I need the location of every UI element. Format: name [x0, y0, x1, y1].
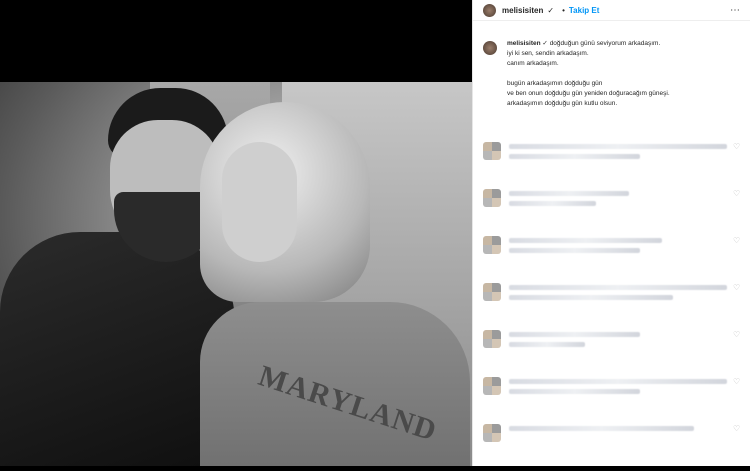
verified-badge-icon: ✓: [547, 5, 555, 15]
like-heart-icon[interactable]: ♡: [733, 424, 741, 433]
blurred-comment-text: [509, 283, 727, 305]
caption-username[interactable]: melisisiten: [507, 40, 541, 47]
blurred-avatar-icon[interactable]: [483, 377, 501, 395]
blurred-comment-text: [509, 424, 727, 436]
blurred-avatar-icon[interactable]: [483, 424, 501, 442]
comment-item: ♡: [483, 377, 741, 424]
post-header: melisisiten ✓ • Takip Et ⋯: [473, 0, 750, 21]
caption-avatar[interactable]: [483, 41, 497, 55]
more-options-icon[interactable]: ⋯: [730, 5, 741, 16]
comment-list: ♡ ♡ ♡ ♡ ♡ ♡ ♡: [483, 142, 741, 471]
blurred-avatar-icon[interactable]: [483, 283, 501, 301]
like-heart-icon[interactable]: ♡: [733, 283, 741, 292]
photo-woman-face: [222, 142, 297, 262]
caption-line-3: canım arkadaşım.: [507, 60, 559, 67]
blurred-comment-text: [509, 189, 727, 211]
caption-line-1: doğduğun günü seviyorum arkadaşım.: [549, 40, 661, 47]
comment-item: ♡: [483, 236, 741, 283]
comment-item: ♡: [483, 142, 741, 189]
caption-line-5: ve ben onun doğduğu gün yeniden doğuraca…: [507, 90, 670, 97]
follow-button[interactable]: Takip Et: [569, 6, 600, 15]
post-caption: melisisiten ✓ doğduğun günü seviyorum ar…: [473, 21, 750, 109]
post-photo-panel: MARYLAND: [0, 0, 472, 466]
like-heart-icon[interactable]: ♡: [733, 330, 741, 339]
like-heart-icon[interactable]: ♡: [733, 142, 741, 151]
profile-avatar[interactable]: [483, 3, 496, 17]
blurred-comment-text: [509, 330, 727, 352]
post-side-panel: melisisiten ✓ • Takip Et ⋯ melisisiten ✓…: [472, 0, 750, 466]
separator-dot: •: [562, 5, 565, 15]
caption-text: melisisiten ✓ doğduğun günü seviyorum ar…: [507, 39, 670, 109]
comment-item: ♡: [483, 283, 741, 330]
caption-verified-icon: ✓: [542, 40, 548, 47]
blurred-avatar-icon[interactable]: [483, 189, 501, 207]
like-heart-icon[interactable]: ♡: [733, 377, 741, 386]
comment-item: ♡: [483, 330, 741, 377]
like-heart-icon[interactable]: ♡: [733, 236, 741, 245]
instagram-post-view: MARYLAND melisisiten ✓ • Takip Et ⋯ meli…: [0, 0, 750, 466]
blurred-comment-text: [509, 236, 727, 258]
blurred-avatar-icon[interactable]: [483, 142, 501, 160]
blurred-avatar-icon[interactable]: [483, 236, 501, 254]
comment-item: ♡: [483, 189, 741, 236]
blurred-comment-text: [509, 377, 727, 399]
username-link[interactable]: melisisiten: [502, 6, 543, 15]
blurred-comment-text: [509, 142, 727, 164]
post-photo[interactable]: MARYLAND: [0, 82, 472, 466]
caption-line-6: arkadaşımın doğduğu gün kutlu olsun.: [507, 100, 618, 107]
caption-line-4: bugün arkadaşımın doğduğu gün: [507, 80, 603, 87]
blurred-avatar-icon[interactable]: [483, 330, 501, 348]
like-heart-icon[interactable]: ♡: [733, 189, 741, 198]
caption-line-2: iyi ki sen, sendin arkadaşım.: [507, 50, 589, 57]
comment-item: ♡: [483, 424, 741, 471]
